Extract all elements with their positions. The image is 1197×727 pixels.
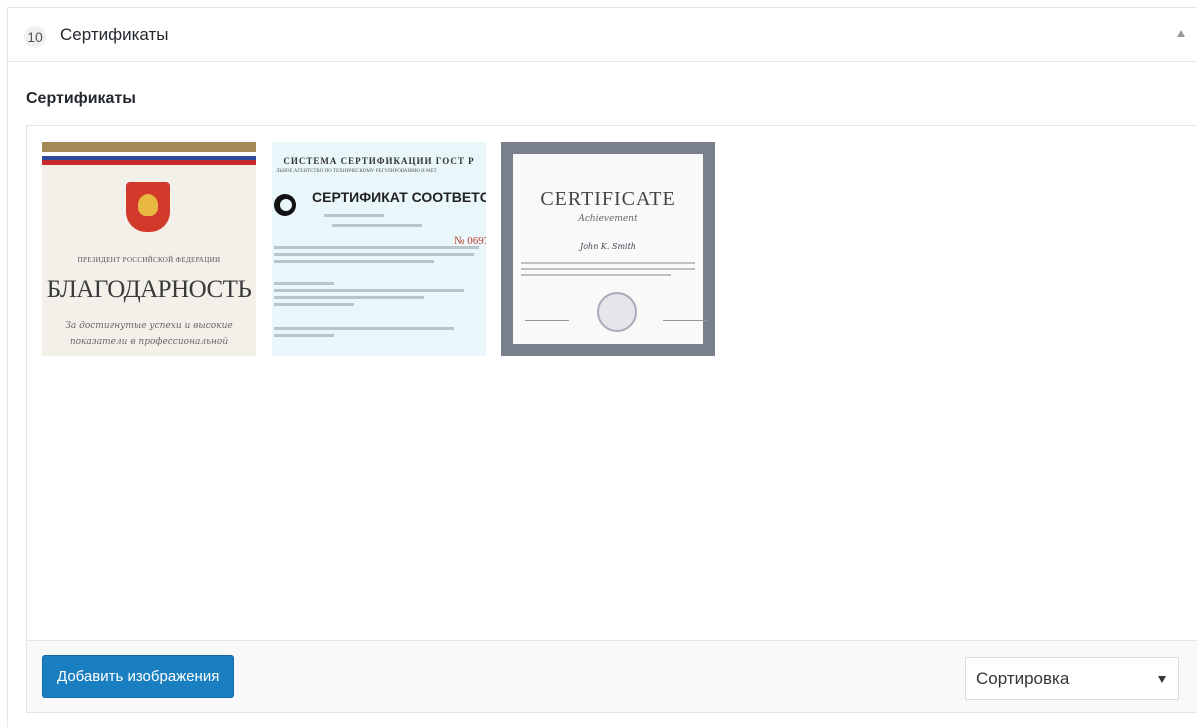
gallery-image-thumbnail[interactable]: СИСТЕМА СЕРТИФИКАЦИИ ГОСТ Р ЛЬНОЕ АГЕНТС…	[272, 142, 486, 356]
certificate-recipient: John K. Smith	[580, 242, 636, 251]
certificate-subheading: ЛЬНОЕ АГЕНТСТВО ПО ТЕХНИЧЕСКОМУ РЕГУЛИРО…	[276, 169, 437, 174]
certificate-body: CERTIFICATE Achievement John K. Smith	[513, 154, 707, 344]
logo-inner	[280, 199, 292, 211]
certificate-heading: СИСТЕМА СЕРТИФИКАЦИИ ГОСТ Р	[283, 156, 475, 166]
text-line	[521, 268, 695, 270]
section-label: Сертификаты	[26, 90, 136, 107]
add-images-button[interactable]: Добавить изображения	[42, 655, 235, 698]
image-gallery: ПРЕЗИДЕНТ РОССИЙСКОЙ ФЕДЕРАЦИИ БЛАГОДАРН…	[26, 125, 1197, 713]
collapse-arrow-icon[interactable]	[1177, 30, 1185, 37]
eagle-icon	[138, 194, 158, 216]
text-line	[332, 224, 422, 227]
certificate-title: CERTIFICATE	[540, 188, 676, 210]
text-line	[274, 334, 334, 337]
certificate-big-heading: БЛАГОДАРНОСТЬ	[46, 276, 252, 303]
gallery-panel: 10 Сертификаты Сертификаты ПРЕЗИДЕНТ РОС…	[7, 7, 1197, 727]
text-line	[274, 282, 334, 285]
gallery-area: ПРЕЗИДЕНТ РОССИЙСКОЙ ФЕДЕРАЦИИ БЛАГОДАРН…	[27, 126, 1197, 641]
certificate-title: СЕРТИФИКАТ СООТВЕТСТ	[312, 189, 486, 205]
text-line	[274, 296, 424, 299]
text-line	[274, 260, 434, 263]
signature-line	[663, 320, 707, 321]
certificate-script-text: За достигнутые успехи и высокие показате…	[42, 318, 256, 350]
flag-stripe-red	[42, 160, 256, 165]
text-line	[274, 327, 454, 330]
chevron-down-icon	[1158, 676, 1166, 683]
text-line	[274, 253, 474, 256]
text-line	[274, 303, 354, 306]
rst-logo-icon	[274, 194, 296, 216]
sort-select-value: Сортировка	[976, 669, 1070, 688]
sort-select[interactable]: Сортировка	[965, 657, 1179, 700]
coat-of-arms-icon	[126, 182, 170, 232]
gallery-image-thumbnail[interactable]: CERTIFICATE Achievement John K. Smith	[501, 142, 715, 356]
certificate-small-heading: ПРЕЗИДЕНТ РОССИЙСКОЙ ФЕДЕРАЦИИ	[77, 256, 221, 264]
text-line	[274, 289, 464, 292]
text-line	[521, 274, 671, 276]
text-line	[521, 262, 695, 264]
panel-title: Сертификаты	[60, 25, 169, 44]
text-line	[324, 214, 384, 217]
panel-number-badge: 10	[24, 26, 46, 48]
text-line	[274, 246, 479, 249]
panel-header[interactable]: 10 Сертификаты	[8, 8, 1197, 62]
script-line: За достигнутые успехи и высокие	[65, 321, 233, 331]
certificate-subtitle: Achievement	[578, 214, 638, 224]
seal-icon	[597, 292, 637, 332]
gallery-image-thumbnail[interactable]: ПРЕЗИДЕНТ РОССИЙСКОЙ ФЕДЕРАЦИИ БЛАГОДАРН…	[42, 142, 256, 356]
gallery-footer: Добавить изображения Сортировка	[27, 640, 1197, 712]
decorative-stripe	[42, 142, 256, 152]
script-line: показатели в профессиональной	[69, 337, 229, 347]
signature-line	[525, 320, 569, 321]
